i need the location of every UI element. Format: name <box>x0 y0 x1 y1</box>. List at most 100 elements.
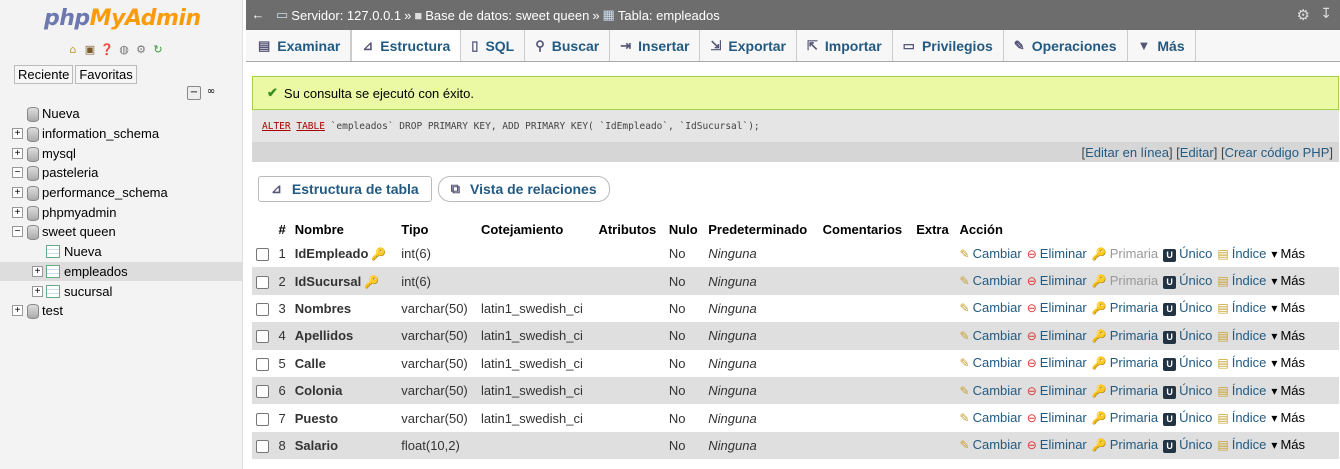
tab-privilegios[interactable]: ▭ Privilegios <box>893 30 1004 61</box>
inline-edit-link[interactable]: Editar en línea <box>1085 145 1169 160</box>
link-with-main-button[interactable]: ∞ <box>204 86 218 100</box>
tab-exportar[interactable]: ⇲ Exportar <box>700 30 797 61</box>
column-name[interactable]: Salario <box>290 431 398 460</box>
tab-importar[interactable]: ⇱ Importar <box>797 30 893 61</box>
table-structure-tab[interactable]: ⊿ Estructura de tabla <box>258 176 432 202</box>
relation-view-tab[interactable]: ⧉ Vista de relaciones <box>437 176 610 202</box>
expand-icon[interactable]: + <box>12 128 23 140</box>
index-button[interactable]: ▤ Índice <box>1217 300 1266 315</box>
row-checkbox[interactable] <box>256 248 269 262</box>
index-button[interactable]: ▤ Índice <box>1217 410 1266 425</box>
tree-item-label[interactable]: phpmyadmin <box>42 205 116 220</box>
drop-button[interactable]: ⊖ Eliminar <box>1027 246 1087 261</box>
index-button[interactable]: ▤ Índice <box>1217 383 1266 398</box>
drop-button[interactable]: ⊖ Eliminar <box>1027 355 1087 370</box>
edit-link[interactable]: Editar <box>1180 145 1214 160</box>
drop-button[interactable]: ⊖ Eliminar <box>1027 328 1087 343</box>
column-name[interactable]: Nombres <box>290 294 398 323</box>
column-name[interactable]: Apellidos <box>290 322 398 350</box>
tree-item-label[interactable]: information_schema <box>42 126 159 141</box>
drop-button[interactable]: ⊖ Eliminar <box>1027 273 1087 288</box>
row-checkbox[interactable] <box>256 439 269 453</box>
tree-item-label[interactable]: sweet queen <box>42 224 116 239</box>
logout-icon[interactable]: ▣ <box>83 42 97 56</box>
tree-item-nueva[interactable]: Nueva <box>12 104 242 124</box>
home-icon[interactable]: ⌂ <box>66 42 80 56</box>
expand-icon[interactable]: + <box>12 147 23 159</box>
unique-button[interactable]: U Único <box>1163 437 1212 454</box>
tree-item-label[interactable]: empleados <box>64 264 128 279</box>
recent-tab[interactable]: Reciente <box>14 65 74 84</box>
change-button[interactable]: ✎ Cambiar <box>960 383 1022 398</box>
drop-button[interactable]: ⊖ Eliminar <box>1027 410 1087 425</box>
expand-icon[interactable]: + <box>12 305 23 317</box>
tree-item-label[interactable]: performance_schema <box>42 185 168 200</box>
tree-item-information_schema[interactable]: + information_schema <box>12 124 242 144</box>
more-button[interactable]: ▾ Más <box>1271 437 1305 452</box>
unique-button[interactable]: U Único <box>1163 355 1212 372</box>
more-button[interactable]: ▾ Más <box>1271 246 1305 261</box>
drop-button[interactable]: ⊖ Eliminar <box>1027 383 1087 398</box>
tab-buscar[interactable]: ⚲ Buscar <box>525 30 611 61</box>
back-arrow-icon[interactable]: ← <box>250 7 266 23</box>
tree-item-mysql[interactable]: + mysql <box>12 143 242 163</box>
tab-sql[interactable]: ▯ SQL <box>461 30 526 61</box>
primary-button[interactable]: 🔑 Primaria <box>1092 437 1158 452</box>
change-button[interactable]: ✎ Cambiar <box>960 328 1022 343</box>
row-checkbox[interactable] <box>256 385 269 399</box>
column-name[interactable]: Calle <box>290 349 398 377</box>
tab-más[interactable]: ▼ Más <box>1128 30 1196 61</box>
more-button[interactable]: ▾ Más <box>1271 355 1305 370</box>
tree-item-test[interactable]: + test <box>12 301 242 321</box>
unique-button[interactable]: U Único <box>1163 328 1212 344</box>
tree-item-performance_schema[interactable]: + performance_schema <box>12 183 242 203</box>
drop-button[interactable]: ⊖ Eliminar <box>1027 300 1087 315</box>
unique-button[interactable]: U Único <box>1163 246 1212 262</box>
breadcrumb-server[interactable]: Servidor: 127.0.0.1 <box>291 8 401 23</box>
expand-icon[interactable]: − <box>12 226 23 238</box>
tree-item-phpmyadmin[interactable]: + phpmyadmin <box>12 202 242 222</box>
column-name-text[interactable]: Calle <box>295 356 326 371</box>
info-icon[interactable]: ◍ <box>117 42 131 56</box>
tree-item-nueva[interactable]: Nueva <box>12 242 242 262</box>
column-name-text[interactable]: Puesto <box>295 411 338 426</box>
more-button[interactable]: ▾ Más <box>1271 328 1305 343</box>
expand-icon[interactable]: + <box>12 187 23 199</box>
more-button[interactable]: ▾ Más <box>1271 383 1305 398</box>
change-button[interactable]: ✎ Cambiar <box>960 410 1022 425</box>
index-button[interactable]: ▤ Índice <box>1217 246 1266 261</box>
tab-operaciones[interactable]: ✎ Operaciones <box>1004 30 1128 61</box>
more-button[interactable]: ▾ Más <box>1271 273 1305 288</box>
change-button[interactable]: ✎ Cambiar <box>960 246 1022 261</box>
settings-icon[interactable]: ⚙ <box>134 42 148 56</box>
expand-icon[interactable]: + <box>12 206 23 218</box>
collapse-arrow-icon[interactable]: ↧ <box>1320 5 1332 22</box>
column-name[interactable]: Puesto <box>290 404 398 432</box>
primary-button[interactable]: 🔑 Primaria <box>1092 383 1158 398</box>
index-button[interactable]: ▤ Índice <box>1217 273 1266 288</box>
tree-item-label[interactable]: Nueva <box>42 106 80 121</box>
collapse-all-button[interactable]: − <box>187 86 201 100</box>
breadcrumb-database[interactable]: Base de datos: sweet queen <box>425 8 589 23</box>
reload-icon[interactable]: ↻ <box>151 42 165 56</box>
tree-item-label[interactable]: Nueva <box>64 244 102 259</box>
row-checkbox[interactable] <box>256 330 269 344</box>
change-button[interactable]: ✎ Cambiar <box>960 300 1022 315</box>
column-name[interactable]: IdSucursal 🔑 <box>290 267 398 295</box>
primary-button[interactable]: 🔑 Primaria <box>1092 355 1158 370</box>
index-button[interactable]: ▤ Índice <box>1217 437 1266 452</box>
sql-keyword-link[interactable]: TABLE <box>296 121 325 132</box>
unique-button[interactable]: U Único <box>1163 410 1212 427</box>
gear-icon[interactable]: ⚙ <box>1297 6 1310 24</box>
tree-item-label[interactable]: sucursal <box>64 284 112 299</box>
primary-button[interactable]: 🔑 Primaria <box>1092 328 1158 343</box>
unique-button[interactable]: U Único <box>1163 273 1212 290</box>
docs-icon[interactable]: ❓ <box>100 42 114 56</box>
column-name[interactable]: IdEmpleado 🔑 <box>290 240 398 268</box>
breadcrumb-table[interactable]: Tabla: empleados <box>618 8 720 23</box>
column-name-text[interactable]: IdSucursal <box>295 274 361 289</box>
tree-item-empleados[interactable]: + empleados <box>0 261 242 282</box>
sql-keyword-link[interactable]: ALTER <box>262 121 291 132</box>
tree-item-sucursal[interactable]: + sucursal <box>12 281 242 301</box>
expand-icon[interactable]: − <box>12 167 23 179</box>
